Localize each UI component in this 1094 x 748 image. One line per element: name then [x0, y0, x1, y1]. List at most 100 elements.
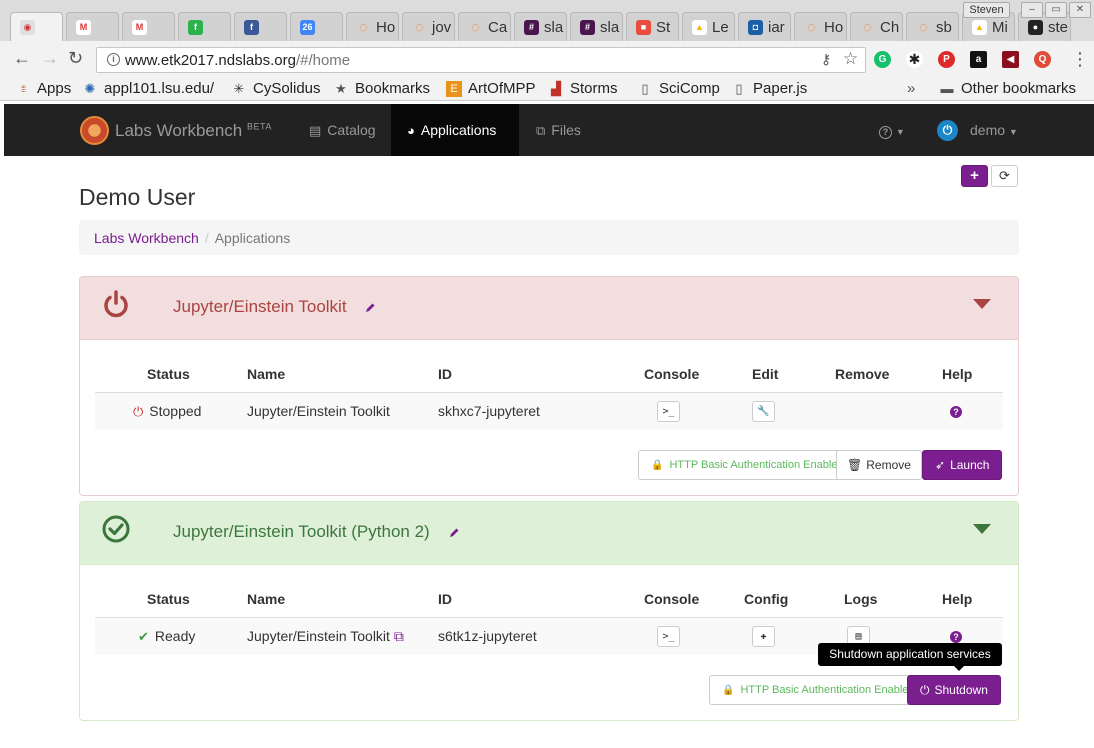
table-header: Status Name ID Console Edit Remove Help: [95, 356, 1003, 392]
column-header: Console: [644, 366, 700, 382]
bookmark-item[interactable]: ⁞⁞⁞ Apps: [15, 80, 71, 97]
key-icon[interactable]: ⚷: [821, 51, 831, 68]
config-puzzle-icon[interactable]: ✚: [752, 626, 775, 647]
window-controls: ‒ ▭ ✕: [1019, 2, 1091, 18]
lock-icon: 🔒: [651, 460, 664, 471]
search-extension-icon[interactable]: Q: [1034, 51, 1051, 68]
nav-applications[interactable]: ◕ Applications: [391, 104, 519, 156]
edit-wrench-icon[interactable]: 🔧: [752, 401, 775, 422]
help-dropdown[interactable]: ? ▼: [879, 122, 905, 139]
pinterest-icon[interactable]: P: [938, 51, 955, 68]
close-icon[interactable]: ✕: [1069, 2, 1091, 18]
edit-name-icon[interactable]: [448, 527, 460, 539]
brand-link[interactable]: Labs Workbench BETA: [115, 121, 272, 141]
maximize-icon[interactable]: ▭: [1045, 2, 1067, 18]
brand-logo-icon[interactable]: [80, 116, 109, 145]
console-terminal-icon[interactable]: >_: [657, 626, 680, 647]
trash-icon: 🗑: [847, 458, 863, 472]
amazon-icon[interactable]: a: [970, 51, 987, 68]
bookmark-item[interactable]: ✺ appl101.lsu.edu/: [82, 80, 215, 97]
grammarly-icon[interactable]: G: [874, 51, 891, 68]
help-question-icon[interactable]: ?: [950, 406, 962, 418]
bookmark-star-icon[interactable]: ☆: [843, 49, 858, 69]
bookmark-item[interactable]: ▟ Storms: [548, 80, 618, 97]
nav-catalog[interactable]: ▤ Catalog: [293, 104, 392, 156]
collapse-caret-icon[interactable]: [973, 524, 991, 534]
bookmark-item[interactable]: ✳ CySolidus: [231, 80, 321, 97]
shutdown-button[interactable]: ⏻ Shutdown: [907, 675, 1001, 705]
column-header: Status: [147, 366, 190, 382]
jupyter-icon: ◌: [471, 18, 480, 36]
tab-title: St: [656, 18, 671, 36]
add-application-button[interactable]: +: [961, 165, 988, 187]
minimize-icon[interactable]: ‒: [1021, 2, 1043, 18]
browser-tab[interactable]: ◌ jov: [402, 12, 455, 41]
browser-tab[interactable]: # sla: [570, 12, 623, 41]
tab-title: sla: [600, 18, 620, 36]
apps-grid-icon: ⁞⁞⁞: [20, 83, 27, 94]
browser-tab[interactable]: ◌ Ho: [794, 12, 847, 41]
bookmark-label: SciComp: [659, 80, 720, 97]
external-link-icon[interactable]: ⧉: [394, 628, 404, 644]
browser-tab[interactable]: # sla: [514, 12, 567, 41]
remove-button[interactable]: 🗑 Remove: [836, 450, 922, 480]
browser-tab[interactable]: 26: [290, 12, 343, 41]
app-panel-header[interactable]: Jupyter/Einstein Toolkit: [80, 277, 1018, 340]
nav-files-label: Files: [551, 122, 581, 138]
app-link[interactable]: Jupyter/Einstein Toolkit: [247, 628, 390, 644]
auth-status-button[interactable]: 🔒 HTTP Basic Authentication Enabled: [709, 675, 926, 705]
browser-tab[interactable]: f: [234, 12, 287, 41]
column-header: Edit: [752, 366, 779, 382]
back-icon[interactable]: ←: [13, 49, 31, 67]
bookmark-item[interactable]: ▯ Paper.js: [731, 80, 807, 97]
browser-tab[interactable]: ◉: [10, 12, 63, 41]
breadcrumb-current: Applications: [214, 230, 291, 246]
address-bar[interactable]: i www.etk2017.ndslabs.org/#/home ⚷ ☆: [96, 47, 866, 73]
browser-tab[interactable]: M: [66, 12, 119, 41]
profile-button[interactable]: Steven: [963, 2, 1010, 18]
bookmark-item[interactable]: E ArtOfMPP: [446, 80, 536, 97]
caret-down-icon: ▼: [1008, 127, 1018, 137]
collapse-caret-icon[interactable]: [973, 299, 991, 309]
browser-tab[interactable]: ▲ Le: [682, 12, 735, 41]
drive-icon: ▲: [972, 19, 987, 35]
auth-status-button[interactable]: 🔒 HTTP Basic Authentication Enabled: [638, 450, 855, 480]
status-text: Ready: [154, 628, 196, 644]
app-panel-stopped: Jupyter/Einstein Toolkit Status Name ID …: [79, 276, 1019, 496]
info-icon[interactable]: i: [107, 53, 120, 66]
other-bookmarks-folder[interactable]: ▬ Other bookmarks: [939, 80, 1077, 97]
browser-tab[interactable]: ◘ iar: [738, 12, 791, 41]
audio-extension-icon[interactable]: ◀: [1002, 51, 1019, 68]
browser-tab[interactable]: ◌ Ca: [458, 12, 511, 41]
app-panel-ready: Jupyter/Einstein Toolkit (Python 2) Stat…: [79, 501, 1019, 721]
app-name: Jupyter/Einstein Toolkit (Python 2): [173, 522, 430, 541]
nav-applications-label: Applications: [420, 122, 497, 138]
user-power-icon[interactable]: ⏻: [937, 120, 958, 141]
launch-button[interactable]: ➶ Launch: [922, 450, 1003, 480]
nav-files[interactable]: ⧉ Files: [520, 104, 597, 156]
bookmark-item[interactable]: ▯ SciComp: [637, 80, 720, 97]
refresh-button[interactable]: ⟳: [991, 165, 1018, 187]
browser-tab[interactable]: ◌ Ch: [850, 12, 903, 41]
browser-tab[interactable]: f: [178, 12, 231, 41]
user-dropdown[interactable]: demo ▼: [970, 122, 1018, 138]
browser-menu-icon[interactable]: ⋮: [1071, 50, 1089, 68]
octopus-icon[interactable]: ✱: [906, 51, 923, 68]
console-terminal-icon[interactable]: >_: [657, 401, 680, 422]
reload-icon[interactable]: ↻: [68, 49, 83, 67]
browser-tab[interactable]: ◌ Ho: [346, 12, 399, 41]
url-text: www.etk2017.ndslabs.org/#/home: [125, 52, 350, 69]
breadcrumb-home[interactable]: Labs Workbench: [94, 230, 199, 246]
app-panel-header[interactable]: Jupyter/Einstein Toolkit (Python 2): [80, 502, 1018, 565]
tab-title: Ho: [824, 18, 844, 36]
bookmark-item[interactable]: ★ Bookmarks: [333, 80, 430, 97]
edit-name-icon[interactable]: [364, 302, 376, 314]
help-question-icon[interactable]: ?: [950, 631, 962, 643]
forward-icon[interactable]: →: [41, 49, 59, 67]
site-icon: ■: [636, 19, 651, 35]
browser-tab[interactable]: M: [122, 12, 175, 41]
browser-tab[interactable]: ■ St: [626, 12, 679, 41]
table-header: Status Name ID Console Config Logs Help: [95, 581, 1003, 617]
bookmarks-overflow-button[interactable]: »: [907, 80, 915, 97]
browser-tab[interactable]: ◌ sb: [906, 12, 959, 41]
